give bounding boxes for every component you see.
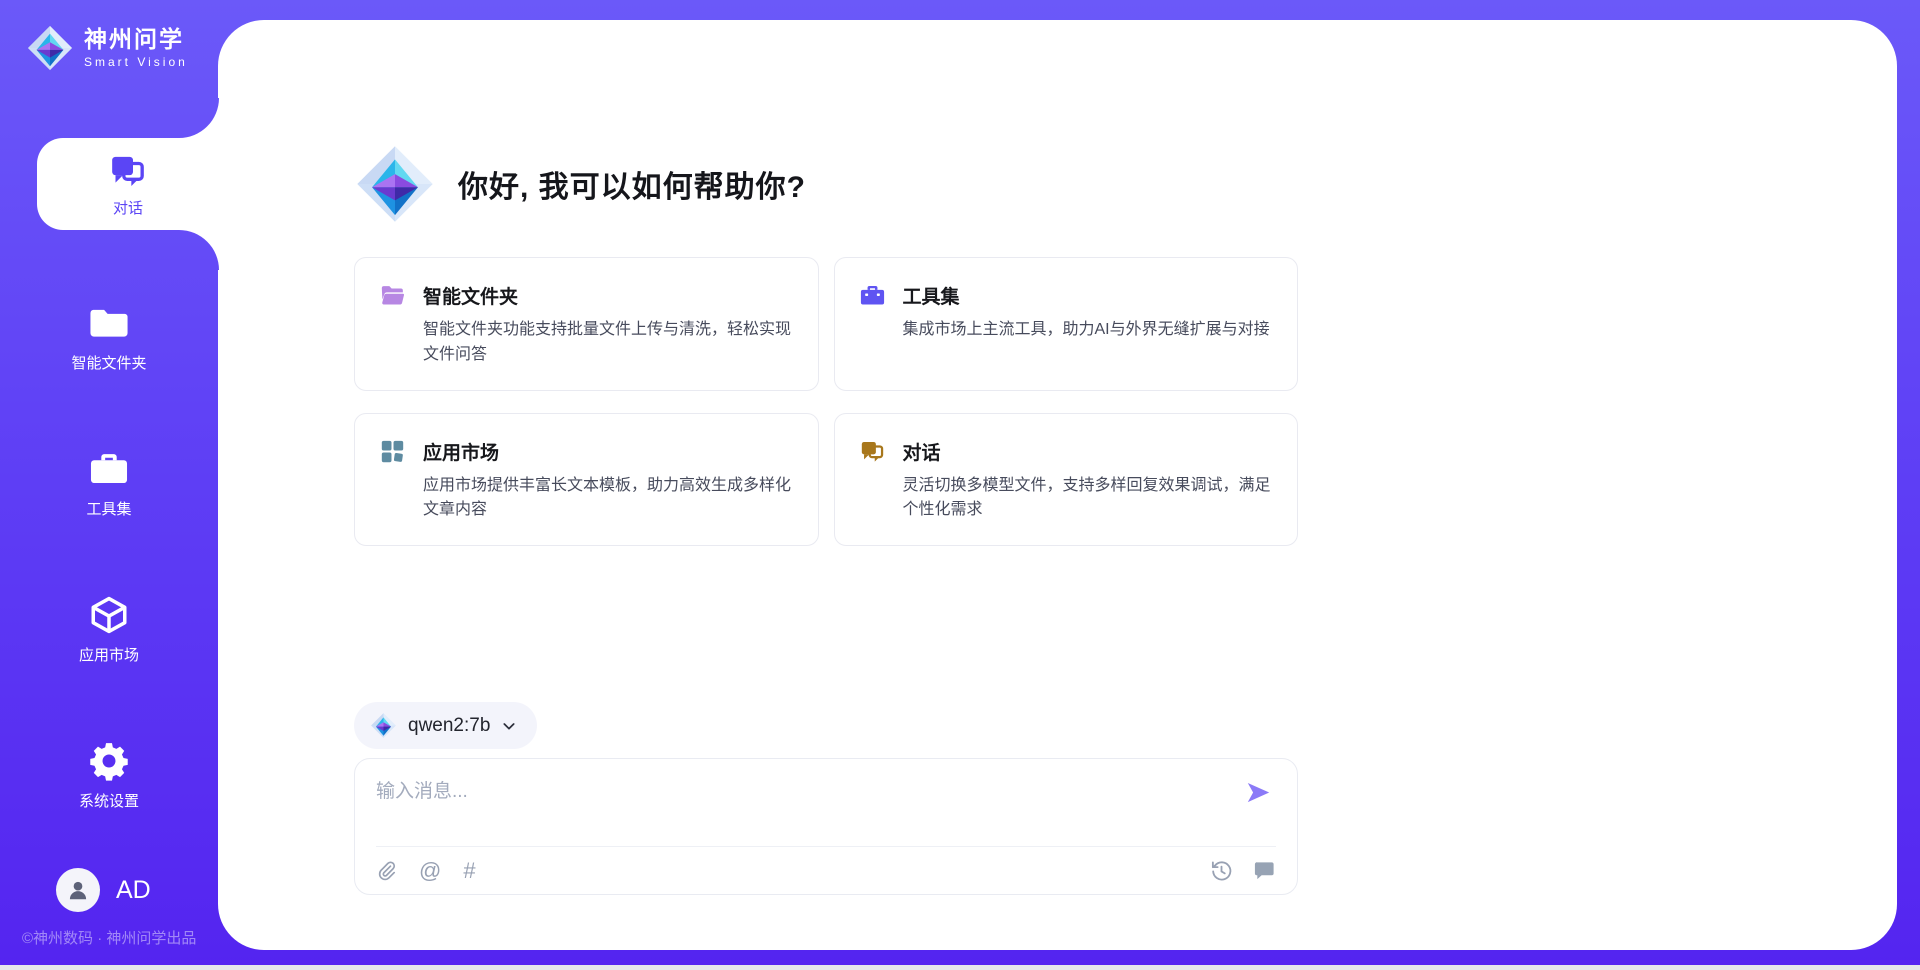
card-description: 集成市场上主流工具，助力AI与外界无缝扩展与对接	[903, 318, 1274, 343]
hash-button[interactable]: #	[463, 859, 475, 883]
card-title: 对话	[903, 438, 941, 465]
card-toolset[interactable]: 工具集 集成市场上主流工具，助力AI与外界无缝扩展与对接	[834, 257, 1299, 391]
sidebar-item-app-market[interactable]: 应用市场	[0, 582, 218, 677]
greeting-title: 你好, 我可以如何帮助你?	[458, 162, 806, 206]
folder-icon	[88, 302, 130, 344]
app-root: { "app": { "brand_cn": "神州问学", "brand_en…	[0, 0, 1920, 970]
card-description: 应用市场提供丰富长文本模板，助力高效生成多样化文章内容	[423, 474, 794, 524]
greeting-diamond-icon	[354, 143, 436, 225]
toolbox-icon	[859, 282, 886, 309]
brand-name-en: Smart Vision	[84, 55, 188, 69]
composer-divider	[376, 846, 1276, 847]
person-icon	[65, 877, 91, 903]
history-button[interactable]	[1210, 859, 1233, 882]
message-panel-button[interactable]	[1253, 859, 1276, 882]
chat-bubbles-icon	[108, 151, 148, 191]
brand-name-cn: 神州问学	[84, 27, 188, 52]
composer-tools-left: @ #	[376, 859, 476, 883]
card-description: 灵活切换多模型文件，支持多样回复效果调试，满足个性化需求	[903, 474, 1274, 524]
message-composer: @ #	[354, 758, 1298, 895]
sidebar: 神州问学 Smart Vision 对话 智能文件夹 工具集	[0, 0, 218, 970]
sidebar-item-settings[interactable]: 系统设置	[0, 728, 218, 823]
mention-button[interactable]: @	[419, 859, 441, 883]
avatar[interactable]	[56, 868, 100, 912]
sidebar-item-label: 工具集	[86, 498, 131, 519]
message-input[interactable]	[376, 776, 1227, 836]
sidebar-item-toolset[interactable]: 工具集	[0, 436, 218, 531]
briefcase-icon	[88, 448, 130, 490]
sidebar-item-smart-folder[interactable]: 智能文件夹	[0, 290, 218, 385]
feature-cards: 智能文件夹 智能文件夹功能支持批量文件上传与清洗，轻松实现文件问答 工具集 集成…	[354, 257, 1298, 546]
composer-tools-right	[1210, 859, 1276, 882]
card-title: 工具集	[903, 282, 960, 309]
greeting-row: 你好, 我可以如何帮助你?	[354, 143, 1298, 225]
card-chat[interactable]: 对话 灵活切换多模型文件，支持多样回复效果调试，满足个性化需求	[834, 413, 1299, 547]
brand-logo-row: 神州问学 Smart Vision	[26, 24, 188, 72]
card-app-market[interactable]: 应用市场 应用市场提供丰富长文本模板，助力高效生成多样化文章内容	[354, 413, 819, 547]
sidebar-item-label: 系统设置	[79, 790, 139, 811]
paperclip-icon	[376, 859, 397, 883]
user-initials: AD	[116, 876, 151, 905]
chat-bubbles-icon	[859, 438, 886, 465]
copyright-text: ©神州数码 · 神州问学出品	[22, 927, 196, 948]
folder-open-icon	[379, 282, 406, 309]
sidebar-item-label: 应用市场	[79, 644, 139, 665]
card-smart-folder[interactable]: 智能文件夹 智能文件夹功能支持批量文件上传与清洗，轻松实现文件问答	[354, 257, 819, 391]
sidebar-item-label: 对话	[113, 197, 143, 218]
brand-text: 神州问学 Smart Vision	[84, 27, 188, 68]
send-icon	[1245, 779, 1272, 806]
sidebar-item-chat[interactable]: 对话	[37, 138, 219, 230]
model-name: qwen2:7b	[408, 715, 490, 737]
attach-file-button[interactable]	[376, 859, 397, 883]
card-title: 应用市场	[423, 438, 499, 465]
brand-diamond-icon	[26, 24, 74, 72]
app-grid-icon	[379, 438, 406, 465]
gear-icon	[88, 740, 130, 782]
send-button[interactable]	[1245, 779, 1272, 811]
history-clock-icon	[1210, 859, 1233, 882]
user-profile[interactable]: AD	[56, 868, 151, 912]
card-title: 智能文件夹	[423, 282, 518, 309]
sidebar-item-label: 智能文件夹	[71, 352, 146, 373]
horizontal-scrollbar-track[interactable]	[0, 965, 1920, 970]
model-diamond-icon	[370, 712, 397, 739]
model-selector[interactable]: qwen2:7b	[354, 702, 537, 749]
message-bubble-icon	[1253, 859, 1276, 882]
chevron-down-icon	[501, 718, 517, 734]
main-content: 你好, 我可以如何帮助你? 智能文件夹 智能文件夹功能支持批量文件上传与清洗，轻…	[354, 143, 1298, 895]
cube-icon	[88, 594, 130, 636]
card-description: 智能文件夹功能支持批量文件上传与清洗，轻松实现文件问答	[423, 318, 794, 368]
